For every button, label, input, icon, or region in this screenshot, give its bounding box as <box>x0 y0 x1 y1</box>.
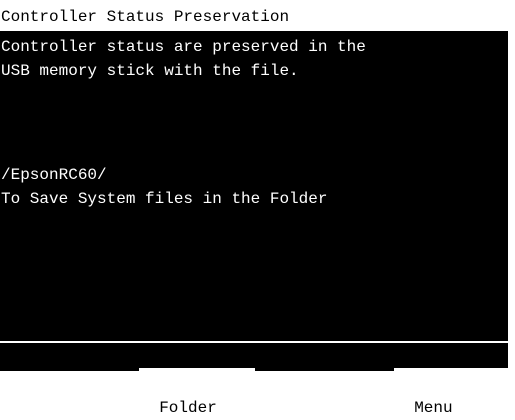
instruction-text: To Save System files in the Folder <box>1 190 328 208</box>
folder-button[interactable]: Folder <box>139 368 255 417</box>
folder-path: /EpsonRC60/ <box>1 166 107 184</box>
description-line-1: Controller status are preserved in the <box>1 38 366 56</box>
message-panel: Controller status are preserved in the U… <box>0 31 508 341</box>
screen-title: Controller Status Preservation <box>0 0 515 31</box>
soft-key-bar <box>0 343 508 371</box>
menu-button[interactable]: Menu <box>394 368 508 417</box>
folder-button-label: Folder <box>159 399 217 417</box>
menu-button-label: Menu <box>414 399 453 417</box>
description-line-2: USB memory stick with the file. <box>1 62 299 80</box>
right-edge-strip <box>508 31 515 390</box>
